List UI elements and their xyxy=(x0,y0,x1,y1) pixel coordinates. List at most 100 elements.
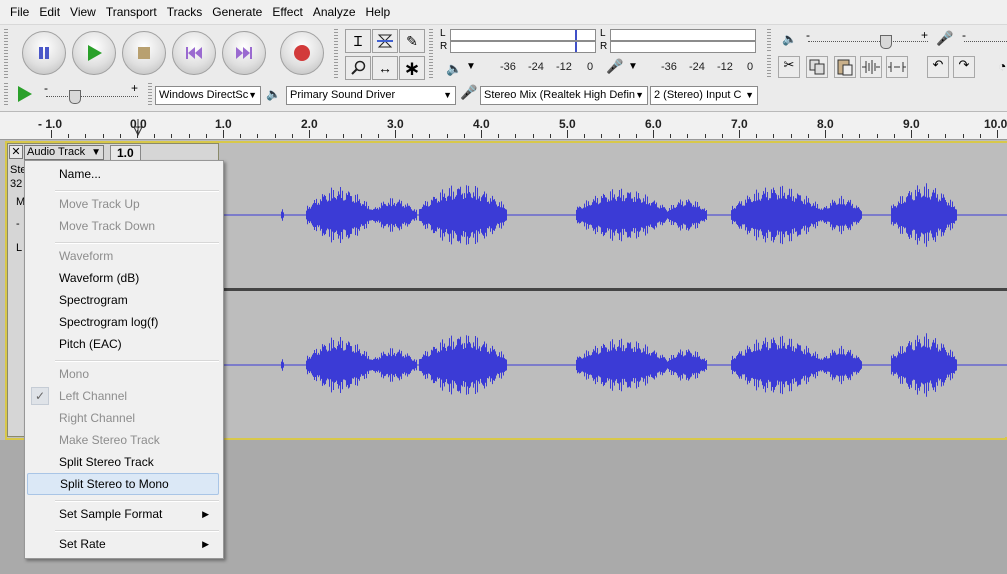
chevron-down-icon: ▼ xyxy=(635,90,644,100)
output-device-select[interactable]: Primary Sound Driver ▼ xyxy=(286,86,456,105)
menu-item-label: Split Stereo to Mono xyxy=(60,477,169,491)
microphone-icon: 🎤 xyxy=(936,30,954,46)
playback-volume-slider[interactable] xyxy=(880,35,892,49)
meter-grip[interactable] xyxy=(429,29,433,79)
play-position-cursor-icon xyxy=(133,119,143,136)
close-track-button[interactable]: ✕ xyxy=(9,145,23,159)
edit-grip[interactable] xyxy=(767,55,771,79)
tools-grip[interactable] xyxy=(334,29,338,79)
waveform-display[interactable] xyxy=(221,143,1007,437)
menu-transport[interactable]: Transport xyxy=(101,0,162,24)
sync-lock-icon[interactable]: ◔ xyxy=(998,58,1006,74)
ruler-tick xyxy=(463,134,465,138)
play-tick: -36 xyxy=(500,61,516,73)
device-grip[interactable] xyxy=(148,83,152,107)
slider-minus: - xyxy=(806,28,810,42)
chevron-down-icon: ▼ xyxy=(443,90,452,100)
play-at-speed-button[interactable] xyxy=(16,85,34,106)
toolbar-grip[interactable] xyxy=(4,29,8,79)
menu-tracks[interactable]: Tracks xyxy=(162,0,208,24)
speed-grip[interactable] xyxy=(4,83,8,107)
record-meter-right[interactable] xyxy=(610,41,756,53)
timeshift-tool-button[interactable]: ↔ xyxy=(372,56,398,80)
play-speed-slider[interactable] xyxy=(69,90,81,104)
input-device-value: Stereo Mix (Realtek High Defin xyxy=(484,89,636,101)
meter-play-left-label: L xyxy=(440,28,446,39)
menu-file[interactable]: File xyxy=(0,0,34,24)
menu-item-waveform-db[interactable]: Waveform (dB) xyxy=(27,267,219,289)
multi-tool-button[interactable]: ∗ xyxy=(399,56,425,80)
playback-volume-track[interactable] xyxy=(808,41,928,43)
mixer-grip[interactable] xyxy=(767,29,771,51)
menu-item-split-stereo-to-mono[interactable]: Split Stereo to Mono xyxy=(27,473,219,495)
ruler-tick xyxy=(601,134,603,138)
timeshift-tool-icon: ↔ xyxy=(378,60,392,76)
play-button[interactable] xyxy=(72,31,116,75)
menu-item-label: Waveform (dB) xyxy=(59,271,140,285)
audio-host-select[interactable]: Windows DirectSc ▼ xyxy=(155,86,261,105)
play-icon xyxy=(18,86,32,102)
speaker-icon[interactable]: 🔈 xyxy=(446,61,462,77)
redo-button[interactable]: ↷ xyxy=(953,56,975,78)
menu-generate[interactable]: Generate xyxy=(207,0,267,24)
play-speed-track[interactable] xyxy=(46,96,138,98)
undo-button[interactable]: ↶ xyxy=(927,56,949,78)
stop-icon xyxy=(138,47,150,59)
record-meter-menu-icon[interactable]: ▼ xyxy=(628,61,638,72)
slider-plus: + xyxy=(131,81,139,95)
skip-to-start-button[interactable] xyxy=(172,31,216,75)
menu-item-split-stereo-track[interactable]: Split Stereo Track xyxy=(27,451,219,473)
selection-tool-button[interactable]: Ɪ xyxy=(345,29,371,53)
menu-item-spectrogram[interactable]: Spectrogram xyxy=(27,289,219,311)
menu-item-waveform: Waveform xyxy=(27,245,219,267)
draw-tool-button[interactable]: ✎ xyxy=(399,29,425,53)
menu-item-set-rate[interactable]: Set Rate ▶ xyxy=(27,533,219,555)
ruler-tick xyxy=(429,134,431,138)
record-button[interactable] xyxy=(280,31,324,75)
menu-separator xyxy=(55,190,219,192)
copy-button[interactable] xyxy=(806,56,828,78)
ruler-tick xyxy=(395,130,396,138)
pause-button[interactable] xyxy=(22,31,66,75)
trim-button[interactable] xyxy=(860,56,882,78)
record-volume-track[interactable] xyxy=(964,41,1007,43)
input-device-select[interactable]: Stereo Mix (Realtek High Defin ▼ xyxy=(480,86,648,105)
playback-meter-right[interactable] xyxy=(450,41,596,53)
input-channels-select[interactable]: 2 (Stereo) Input C ▼ xyxy=(650,86,758,105)
ruler-tick xyxy=(670,134,672,138)
ruler-tick xyxy=(154,134,156,138)
microphone-icon[interactable]: 🎤 xyxy=(606,58,623,75)
menu-edit[interactable]: Edit xyxy=(34,0,65,24)
menu-analyze[interactable]: Analyze xyxy=(308,0,361,24)
menu-view[interactable]: View xyxy=(65,0,101,24)
playback-meter-menu-icon[interactable]: ▼ xyxy=(466,61,476,72)
menu-item-pitch-eac[interactable]: Pitch (EAC) xyxy=(27,333,219,355)
ruler-tick xyxy=(807,134,809,138)
menu-item-set-sample-format[interactable]: Set Sample Format ▶ xyxy=(27,503,219,525)
menu-help[interactable]: Help xyxy=(361,0,396,24)
ruler-tick xyxy=(309,130,310,138)
menu-effect[interactable]: Effect xyxy=(267,0,307,24)
ruler-tick xyxy=(532,134,534,138)
ruler-tick xyxy=(893,134,895,138)
record-meter-left[interactable] xyxy=(610,29,756,41)
paste-button[interactable] xyxy=(834,56,856,78)
stop-button[interactable] xyxy=(122,31,166,75)
menu-item-spectrogram-log[interactable]: Spectrogram log(f) xyxy=(27,311,219,333)
silence-button[interactable] xyxy=(886,56,908,78)
cut-button[interactable]: ✂ xyxy=(778,56,800,78)
ruler-tick xyxy=(584,134,586,138)
menu-item-name[interactable]: Name... xyxy=(27,163,219,185)
toolbar-area: Ɪ ✎ ↔ ∗ L R L R 🔈 ▼ -36 -24 -12 0 🎤 ▼ -3… xyxy=(0,25,1007,112)
chevron-down-icon: ▼ xyxy=(91,147,101,158)
timeline-ruler[interactable]: - 1.0 0.0 1.0 2.0 3.0 4.0 5.0 6.0 7.0 8.… xyxy=(0,112,1007,140)
envelope-tool-button[interactable] xyxy=(372,29,398,53)
track-name-button[interactable]: Audio Track ▼ xyxy=(24,145,104,160)
menu-item-label: Move Track Down xyxy=(59,219,156,233)
playback-meter-left[interactable] xyxy=(450,29,596,41)
ruler-tick xyxy=(291,134,293,138)
menu-item-label: Set Rate xyxy=(59,537,106,551)
skip-to-end-button[interactable] xyxy=(222,31,266,75)
zoom-tool-button[interactable] xyxy=(345,56,371,80)
ruler-tick xyxy=(997,130,998,138)
